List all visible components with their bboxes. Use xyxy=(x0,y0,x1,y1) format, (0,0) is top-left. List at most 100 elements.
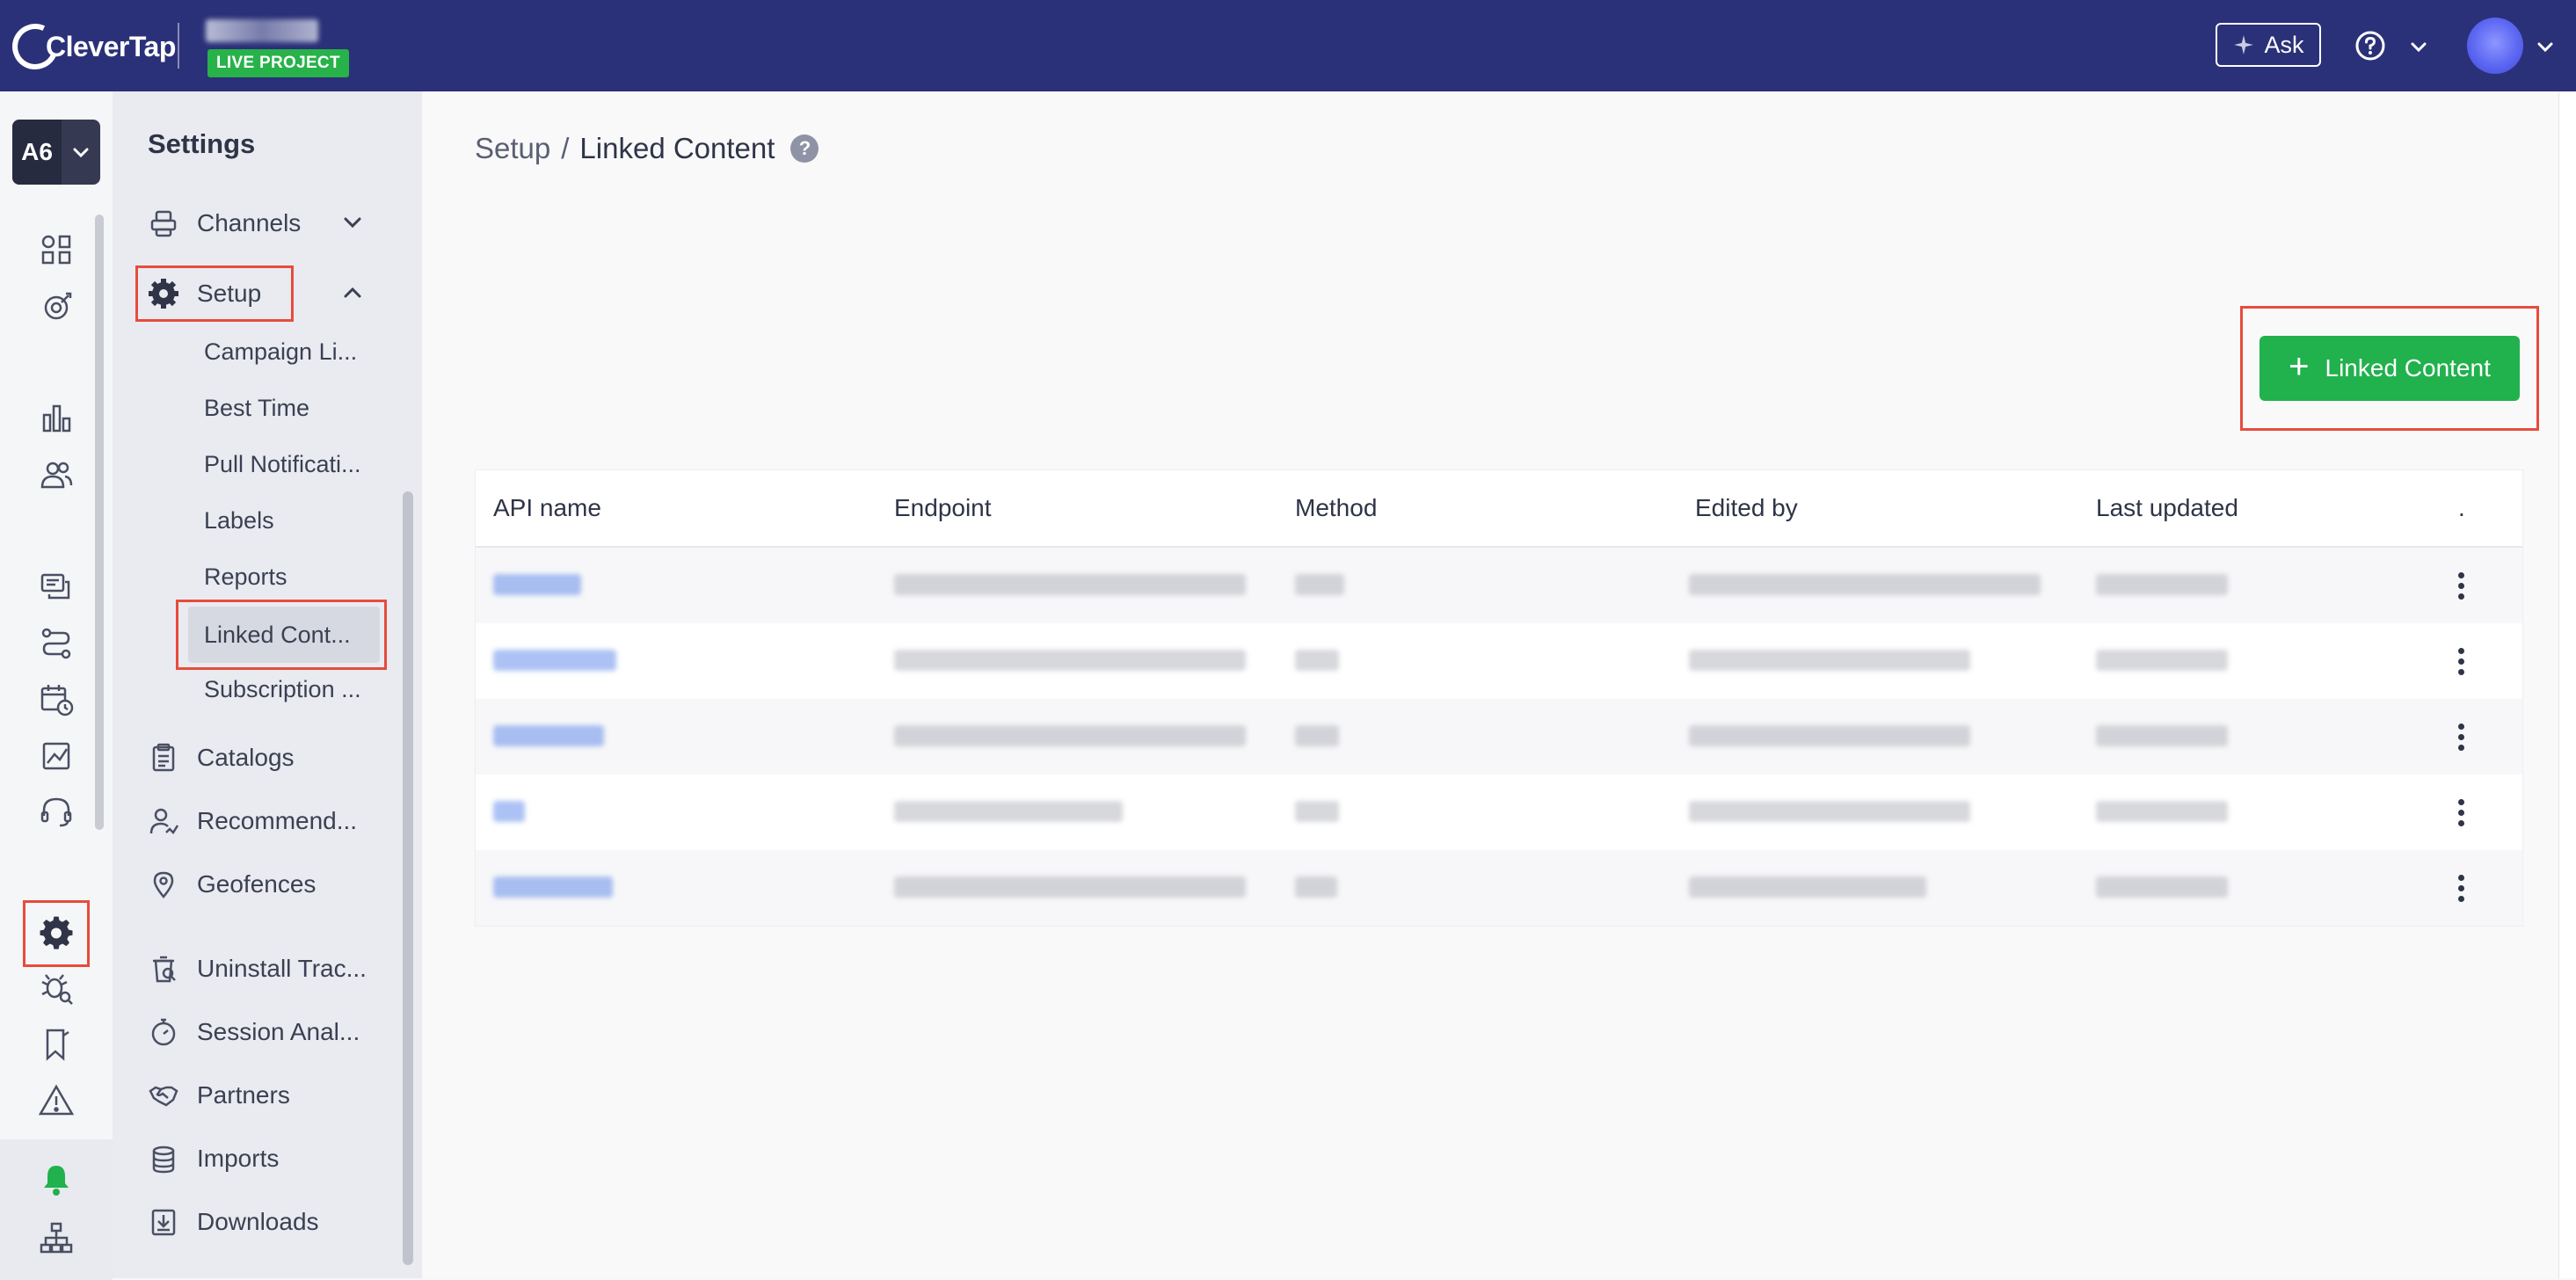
nav-recommendations-label: Recommend... xyxy=(197,807,358,834)
settings-title: Settings xyxy=(148,128,256,159)
reports-icon[interactable] xyxy=(37,737,76,775)
nav-downloads-label: Downloads xyxy=(197,1208,319,1235)
chevron-down-icon[interactable] xyxy=(341,211,364,234)
user-avatar[interactable] xyxy=(2467,18,2523,74)
api-name-redacted[interactable] xyxy=(493,574,581,595)
table-row[interactable] xyxy=(476,775,2522,850)
campaign-calendar-icon[interactable] xyxy=(37,680,76,719)
row-menu-icon[interactable] xyxy=(2443,565,2478,606)
sub-item-reports[interactable]: Reports xyxy=(204,552,287,601)
method-redacted xyxy=(1295,876,1337,898)
date-redacted xyxy=(2096,801,2228,822)
column-header[interactable]: Endpoint xyxy=(894,470,992,546)
sub-item-best-time[interactable]: Best Time xyxy=(204,383,309,433)
date-redacted xyxy=(2096,725,2228,746)
map-pin-icon xyxy=(148,869,179,900)
sub-item-campaign-limits[interactable]: Campaign Li... xyxy=(204,327,357,376)
nav-imports[interactable]: Imports xyxy=(148,1134,279,1183)
alert-icon[interactable] xyxy=(37,1081,76,1120)
chevron-down-icon xyxy=(62,142,100,162)
endpoint-redacted xyxy=(894,876,1246,898)
sub-item-subscription[interactable]: Subscription ... xyxy=(204,665,361,714)
sub-item-pull-notifications[interactable]: Pull Notificati... xyxy=(204,440,361,489)
table-row[interactable] xyxy=(476,548,2522,623)
icon-rail: A6 xyxy=(0,91,113,1280)
recommendation-icon xyxy=(148,805,179,837)
nav-session-analytics[interactable]: Session Anal... xyxy=(148,1007,360,1057)
help-icon[interactable] xyxy=(2354,30,2386,62)
messages-icon[interactable] xyxy=(37,568,76,607)
chevron-down-icon[interactable] xyxy=(2409,37,2428,56)
page-title: Linked Content xyxy=(579,132,775,164)
help-icon[interactable]: ? xyxy=(790,135,819,163)
brand-name: CleverTap xyxy=(46,30,176,62)
method-redacted xyxy=(1295,725,1339,746)
breadcrumb-separator: / xyxy=(561,132,570,164)
account-switcher[interactable]: A6 xyxy=(12,120,100,185)
nav-geofences-label: Geofences xyxy=(197,870,317,898)
add-button-highlight xyxy=(2240,306,2539,431)
api-name-redacted[interactable] xyxy=(493,650,616,671)
endpoint-redacted xyxy=(894,801,1123,822)
nav-uninstall-tracking[interactable]: Uninstall Trac... xyxy=(148,944,367,993)
sitemap-icon[interactable] xyxy=(37,1218,76,1257)
table-body xyxy=(476,548,2522,926)
bookmark-icon[interactable] xyxy=(37,1025,76,1064)
debug-icon[interactable] xyxy=(37,969,76,1007)
segments-icon[interactable] xyxy=(37,455,76,494)
row-menu-icon[interactable] xyxy=(2443,868,2478,908)
method-redacted xyxy=(1295,574,1344,595)
api-name-redacted[interactable] xyxy=(493,725,604,746)
database-icon xyxy=(148,1143,179,1175)
column-header[interactable]: API name xyxy=(493,470,601,546)
bell-icon[interactable] xyxy=(37,1160,76,1199)
rail-scrollbar[interactable] xyxy=(95,215,104,830)
breadcrumb-setup[interactable]: Setup xyxy=(475,132,550,165)
nav-uninstall-tracking-label: Uninstall Trac... xyxy=(197,955,367,982)
linked-content-highlight xyxy=(176,600,387,670)
column-header[interactable]: Method xyxy=(1295,470,1377,546)
support-icon[interactable] xyxy=(37,793,76,832)
nav-downloads[interactable]: Downloads xyxy=(148,1197,319,1247)
clevertap-logo[interactable]: CleverTap xyxy=(5,17,176,76)
nav-channels[interactable]: Channels xyxy=(148,199,301,248)
row-menu-icon[interactable] xyxy=(2443,792,2478,833)
row-menu-icon[interactable] xyxy=(2443,641,2478,681)
top-divider xyxy=(178,23,179,69)
editor-redacted xyxy=(1689,574,2041,595)
editor-redacted xyxy=(1689,650,1970,671)
table-row[interactable] xyxy=(476,699,2522,775)
uninstall-icon xyxy=(148,953,179,985)
nav-partners[interactable]: Partners xyxy=(148,1071,290,1120)
api-name-redacted[interactable] xyxy=(493,801,525,822)
table-row[interactable] xyxy=(476,850,2522,926)
ask-button[interactable]: Ask xyxy=(2216,23,2321,67)
sub-item-labels[interactable]: Labels xyxy=(204,496,274,545)
project-name-redacted[interactable] xyxy=(206,19,318,42)
chevron-down-icon[interactable] xyxy=(2536,37,2555,56)
panel-scrollbar[interactable] xyxy=(403,491,413,1265)
journeys-icon[interactable] xyxy=(37,287,76,325)
nav-recommendations[interactable]: Recommend... xyxy=(148,796,357,846)
ask-label: Ask xyxy=(2264,31,2304,58)
nav-catalogs-label: Catalogs xyxy=(197,744,295,771)
date-redacted xyxy=(2096,876,2228,898)
chevron-up-icon[interactable] xyxy=(341,281,364,304)
rail-bottom-section xyxy=(0,1139,113,1280)
nav-geofences[interactable]: Geofences xyxy=(148,860,316,909)
editor-redacted xyxy=(1689,876,1926,898)
api-name-redacted[interactable] xyxy=(493,876,613,898)
endpoint-redacted xyxy=(894,574,1246,595)
logo-mark-icon xyxy=(5,17,65,76)
boards-icon[interactable] xyxy=(37,230,76,269)
flows-icon[interactable] xyxy=(37,624,76,663)
analytics-icon[interactable] xyxy=(37,399,76,438)
table-row[interactable] xyxy=(476,623,2522,699)
column-header[interactable]: Edited by xyxy=(1695,470,1798,546)
window-scrollbar-track[interactable] xyxy=(2558,91,2576,1278)
column-header[interactable]: Last updated xyxy=(2096,470,2238,546)
date-redacted xyxy=(2096,574,2228,595)
row-menu-icon[interactable] xyxy=(2443,716,2478,757)
nav-catalogs[interactable]: Catalogs xyxy=(148,733,295,782)
editor-redacted xyxy=(1689,801,1970,822)
